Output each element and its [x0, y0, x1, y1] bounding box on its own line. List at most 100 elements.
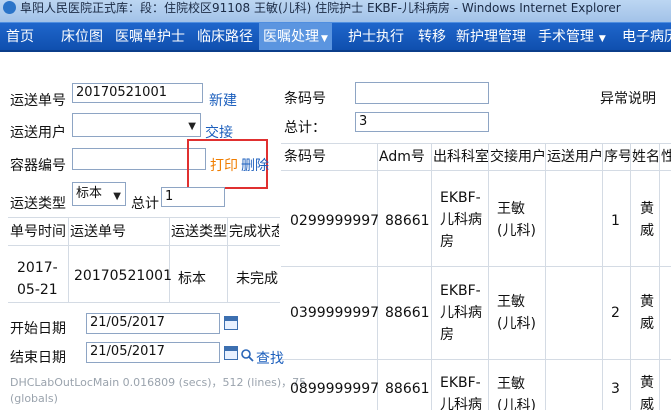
cell-adm-no: 88661 [385, 381, 430, 397]
col-header-transfer-user[interactable]: 运送用户 [547, 145, 605, 169]
find-link[interactable]: 查找 [256, 348, 284, 368]
cell-user-line: (儿科) [497, 223, 536, 239]
cell-dept-line: EKBF- [440, 283, 481, 299]
cell-dept-line: 房 [440, 327, 454, 343]
cell-name: 黄 威 [640, 198, 654, 242]
row-transfer-no: 20170521001 [74, 268, 172, 284]
col-header-adm-no[interactable]: Adm号 [379, 145, 431, 169]
nav-item-bed-map[interactable]: 床位图 [61, 23, 103, 50]
chevron-down-icon: ▼ [113, 191, 121, 202]
col-header-transfer-no[interactable]: 运送单号 [70, 220, 170, 244]
cell-dept-line: 儿科病 [440, 397, 482, 410]
transfer-no-input[interactable]: 20170521001 [72, 83, 203, 103]
col-header-dept[interactable]: 出科科室 [433, 145, 491, 169]
cell-handover-user: 王敏 (儿科) [497, 198, 536, 242]
cell-adm-no: 88661 [385, 213, 430, 229]
main-nav: 首页 床位图 医嘱单护士 临床路径 医嘱处理 ▼ 护士执行 转移 新护理管理 手术… [0, 22, 671, 52]
barcode-input[interactable] [355, 82, 489, 104]
delete-link[interactable]: 删除 [241, 155, 269, 175]
cell-handover-user: 王敏 (儿科) [497, 373, 536, 410]
row-time-line: 2017- [17, 260, 58, 276]
chevron-down-icon: ▼ [188, 121, 196, 132]
col-header-status[interactable]: 完成状态 [229, 220, 279, 244]
cell-dept-line: 儿科病 [440, 305, 482, 321]
calendar-icon[interactable] [224, 346, 238, 360]
row-time: 2017- 05-21 [17, 257, 58, 301]
search-icon[interactable] [240, 348, 254, 362]
col-header-seq[interactable]: 序号 [604, 145, 633, 169]
cell-name-line: 威 [640, 316, 654, 332]
start-date-input[interactable]: 21/05/2017 [86, 313, 220, 334]
total-input[interactable]: 1 [161, 187, 225, 207]
cell-user-line: 王敏 [497, 376, 525, 392]
col-header-gender[interactable]: 性 [661, 145, 671, 169]
type-select[interactable]: 标本 ▼ [72, 182, 126, 206]
nav-item-order-processing[interactable]: 医嘱处理 ▼ [259, 23, 332, 50]
cell-seq: 2 [611, 305, 620, 321]
cell-name-line: 威 [640, 397, 654, 410]
status-text: DHCLabOutLocMain 0.016809 (secs)，512 (li… [10, 375, 306, 407]
type-select-value: 标本 [76, 186, 103, 201]
total-label: 总计 [131, 196, 159, 212]
barcode-label: 条码号 [284, 91, 326, 107]
user-label: 运送用户 [10, 125, 66, 141]
nav-item-home[interactable]: 首页 [6, 23, 34, 50]
col-header-name[interactable]: 姓名 [632, 145, 662, 169]
type-label: 运送类型 [10, 196, 66, 212]
cell-user-line: (儿科) [497, 316, 536, 332]
nav-item-nurse-exec[interactable]: 护士执行 [348, 23, 404, 50]
nav-item-nursing-mgmt[interactable]: 新护理管理 [456, 23, 526, 50]
new-link[interactable]: 新建 [209, 90, 237, 110]
end-date-label: 结束日期 [10, 350, 66, 366]
nav-item-emr[interactable]: 电子病历 [622, 23, 671, 50]
row-status: 未完成 [236, 271, 278, 287]
cell-user-line: 王敏 [497, 201, 525, 217]
cell-user-line: 王敏 [497, 294, 525, 310]
col-header-barcode[interactable]: 条码号 [284, 145, 376, 169]
ie-logo-icon [3, 1, 16, 14]
cell-dept-line: EKBF- [440, 190, 481, 206]
right-total-label: 总计： [284, 120, 326, 136]
cell-dept: EKBF- 儿科病 房 [440, 187, 482, 253]
nav-item-label: 手术管理 [538, 29, 594, 45]
calendar-icon[interactable] [224, 316, 238, 330]
chevron-down-icon: ▼ [596, 34, 606, 44]
col-header-time[interactable]: 单号时间 [10, 220, 70, 244]
cell-dept: EKBF- 儿科病 [440, 372, 482, 410]
col-header-type[interactable]: 运送类型 [171, 220, 229, 244]
status-line: DHCLabOutLocMain 0.016809 (secs)，512 (li… [10, 376, 307, 389]
cell-seq: 1 [611, 213, 620, 229]
row-time-line: 05-21 [17, 282, 58, 298]
window-title: 阜阳人民医院正式库：段：住院校区91108 王敏(儿科) 住院护士 EKBF-儿… [20, 1, 621, 15]
abnormal-note-label: 异常说明 [600, 91, 656, 107]
nav-item-label: 医嘱处理 [263, 29, 319, 45]
cell-handover-user: 王敏 (儿科) [497, 291, 536, 335]
start-date-label: 开始日期 [10, 321, 66, 337]
end-date-input[interactable]: 21/05/2017 [86, 342, 220, 363]
row-type: 标本 [178, 271, 206, 287]
cell-seq: 3 [611, 381, 620, 397]
transfer-no-label: 运送单号 [10, 93, 66, 109]
nav-item-surgery-mgmt[interactable]: 手术管理 ▼ [538, 23, 606, 50]
cell-user-line: (儿科) [497, 398, 536, 410]
user-select[interactable]: ▼ [72, 113, 201, 137]
cell-barcode: 0899999997 [290, 381, 380, 397]
chevron-down-icon: ▼ [321, 34, 328, 44]
cell-name-line: 黄 [640, 294, 654, 310]
print-link[interactable]: 打印 [210, 155, 238, 175]
nav-item-transfer[interactable]: 转移 [418, 23, 446, 50]
right-total-input[interactable]: 3 [355, 112, 489, 132]
cell-dept-line: 房 [440, 234, 454, 250]
status-line: (globals) [10, 392, 58, 405]
nav-item-order-nurse[interactable]: 医嘱单护士 [115, 23, 185, 50]
cell-barcode: 0399999997 [290, 305, 380, 321]
cell-name: 黄 威 [640, 372, 654, 410]
cell-dept-line: 儿科病 [440, 212, 482, 228]
cell-name: 黄 威 [640, 291, 654, 335]
cell-adm-no: 88661 [385, 305, 430, 321]
container-input[interactable] [72, 148, 206, 170]
nav-item-clinical-path[interactable]: 临床路径 [197, 23, 253, 50]
cell-name-line: 黄 [640, 201, 654, 217]
cell-name-line: 威 [640, 223, 654, 239]
col-header-handover-user[interactable]: 交接用户 [490, 145, 548, 169]
